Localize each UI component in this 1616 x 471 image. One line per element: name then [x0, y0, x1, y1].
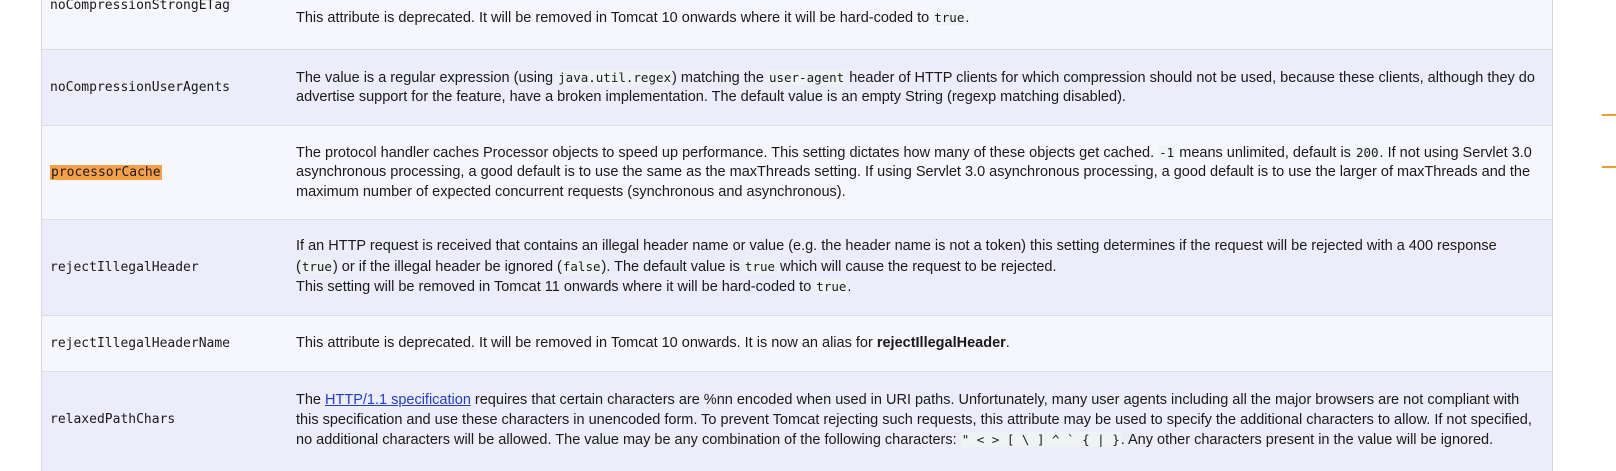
scrollbar-search-marker	[1602, 166, 1616, 168]
code-value: true	[815, 279, 848, 295]
attribute-description: This attribute is deprecated. It will be…	[296, 334, 1010, 351]
table-row: processorCache The protocol handler cach…	[42, 126, 1552, 220]
attribute-description: The protocol handler caches Processor ob…	[296, 144, 1532, 200]
code-value: " < > [ \ ] ^ ` { | }	[960, 432, 1121, 447]
table-row: rejectIllegalHeaderName This attribute i…	[42, 316, 1552, 372]
attribute-name: rejectIllegalHeader	[50, 260, 199, 275]
code-value: java.util.regex	[557, 69, 673, 85]
table-row: noCompressionUserAgents The value is a r…	[42, 50, 1552, 126]
code-value: -1	[1158, 144, 1176, 160]
attribute-description: This attribute is deprecated. It will be…	[296, 10, 970, 26]
attribute-description: If an HTTP request is received that cont…	[296, 238, 1497, 296]
bold-reference: rejectIllegalHeader	[876, 334, 1006, 351]
attributes-table: noCompressionStrongETag This attribute i…	[41, 0, 1553, 471]
attribute-name: noCompressionStrongETag	[50, 0, 231, 13]
code-value: true	[933, 10, 966, 25]
attribute-name: processorCache	[42, 165, 296, 180]
attribute-name: noCompressionUserAgents	[50, 80, 231, 95]
search-highlight: processorCache	[50, 165, 162, 180]
attribute-description: The value is a regular expression (using…	[296, 69, 1535, 105]
table-row: relaxedPathChars The HTTP/1.1 specificat…	[42, 372, 1552, 471]
table-row: rejectIllegalHeader If an HTTP request i…	[42, 220, 1552, 316]
table-row: noCompressionStrongETag This attribute i…	[42, 0, 1552, 50]
code-value: true	[743, 258, 777, 274]
attribute-name: rejectIllegalHeaderName	[50, 336, 231, 351]
http-spec-link[interactable]: HTTP/1.1 specification	[325, 392, 471, 408]
code-value: 200	[1354, 144, 1380, 160]
code-value: true	[300, 258, 333, 274]
code-value: false	[561, 258, 602, 274]
code-value: user-agent	[767, 69, 846, 85]
scrollbar-search-marker	[1602, 114, 1616, 116]
attribute-name: relaxedPathChars	[50, 412, 176, 427]
attribute-description: The HTTP/1.1 specification requires that…	[296, 392, 1532, 448]
